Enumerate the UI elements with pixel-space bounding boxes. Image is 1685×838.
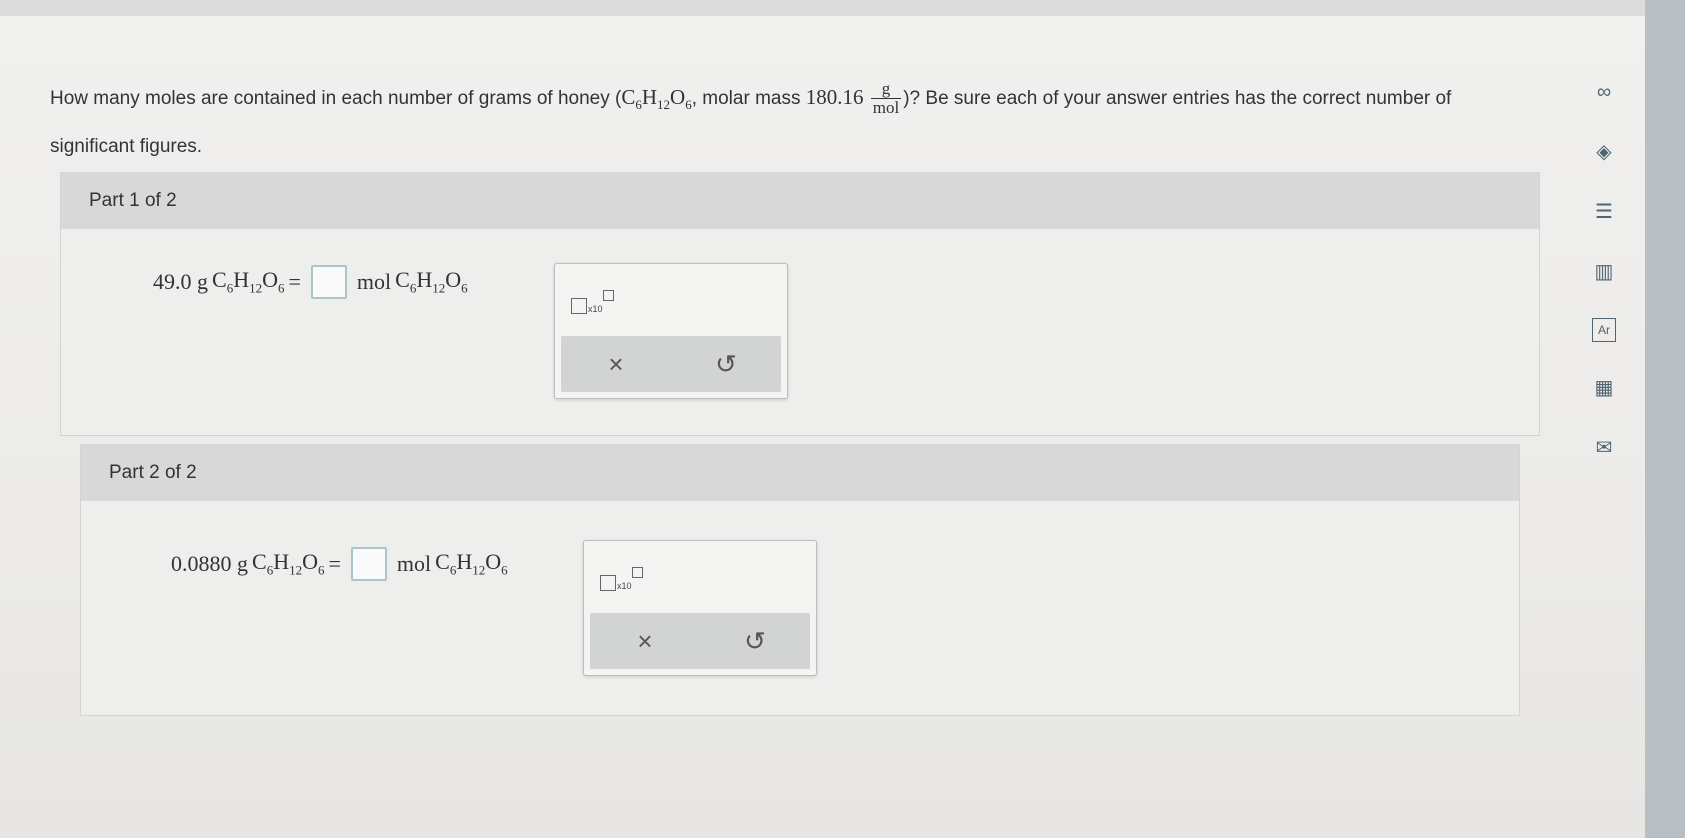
tool-button-bar: × ↺ xyxy=(561,336,781,392)
periodic-table-icon[interactable]: Ar xyxy=(1592,318,1616,342)
top-bar xyxy=(0,0,1685,16)
part-1-header: Part 1 of 2 xyxy=(61,173,1539,229)
tool-sidebar: ∞ ◈ ☰ ▥ Ar ▦ ✉ xyxy=(1582,78,1626,494)
undo-button[interactable]: ↺ xyxy=(725,626,785,657)
part-1-card: Part 1 of 2 49.0 g C6H12O6 = mol C6H12O6… xyxy=(60,172,1540,436)
sci-x10-label: x10 xyxy=(617,581,632,591)
given-mass: 0.0880 g xyxy=(171,551,248,576)
sci-base-box xyxy=(571,298,587,314)
part-1-answer-input[interactable] xyxy=(310,265,347,299)
given-formula: C6H12O6 xyxy=(212,267,285,296)
tag-icon[interactable]: ◈ xyxy=(1590,138,1618,166)
right-edge-strip xyxy=(1645,0,1685,838)
equals-sign: = xyxy=(288,269,301,294)
equals-sign: = xyxy=(328,551,341,576)
result-unit: mol xyxy=(356,269,392,294)
part-2-tool-panel: x10 × ↺ xyxy=(583,540,817,676)
question-mid: , molar mass xyxy=(691,88,801,109)
calculator-icon[interactable]: ▦ xyxy=(1590,374,1618,402)
molar-mass-value: 180.16 xyxy=(805,85,864,109)
sci-x10-label: x10 xyxy=(588,304,603,314)
given-mass: 49.0 g xyxy=(153,269,208,294)
question-formula: C6H12O6 xyxy=(621,85,692,113)
notes-icon[interactable]: ☰ xyxy=(1590,198,1618,226)
sci-exponent-box xyxy=(631,567,643,578)
part-2-equation: 0.0880 g C6H12O6 = mol C6H12O6 xyxy=(171,547,508,581)
part-1-equation: 49.0 g C6H12O6 = mol C6H12O6 xyxy=(153,265,468,299)
tool-button-bar: × ↺ xyxy=(590,613,810,669)
scientific-notation-button[interactable]: x10 xyxy=(600,563,643,591)
mail-icon[interactable]: ✉ xyxy=(1590,434,1618,462)
chart-icon[interactable]: ▥ xyxy=(1590,258,1618,286)
part-2-header: Part 2 of 2 xyxy=(81,445,1519,501)
given-formula: C6H12O6 xyxy=(252,549,325,578)
question-text: How many moles are contained in each num… xyxy=(50,76,1520,168)
scientific-notation-button[interactable]: x10 xyxy=(571,286,614,314)
part-1-tool-panel: x10 × ↺ xyxy=(554,263,788,399)
molar-mass-unit: g mol xyxy=(870,79,902,118)
part-2-answer-input[interactable] xyxy=(350,547,387,581)
result-formula: C6H12O6 xyxy=(395,267,468,296)
undo-button[interactable]: ↺ xyxy=(696,349,756,380)
part-2-card: Part 2 of 2 0.0880 g C6H12O6 = mol C6H12… xyxy=(80,444,1520,716)
result-unit: mol xyxy=(396,551,432,576)
infinity-icon[interactable]: ∞ xyxy=(1590,78,1618,106)
question-lead: How many moles are contained in each num… xyxy=(50,88,622,109)
clear-button[interactable]: × xyxy=(615,626,675,657)
result-formula: C6H12O6 xyxy=(435,549,508,578)
sci-exponent-box xyxy=(602,290,614,301)
sci-base-box xyxy=(600,575,616,591)
clear-button[interactable]: × xyxy=(586,349,646,380)
